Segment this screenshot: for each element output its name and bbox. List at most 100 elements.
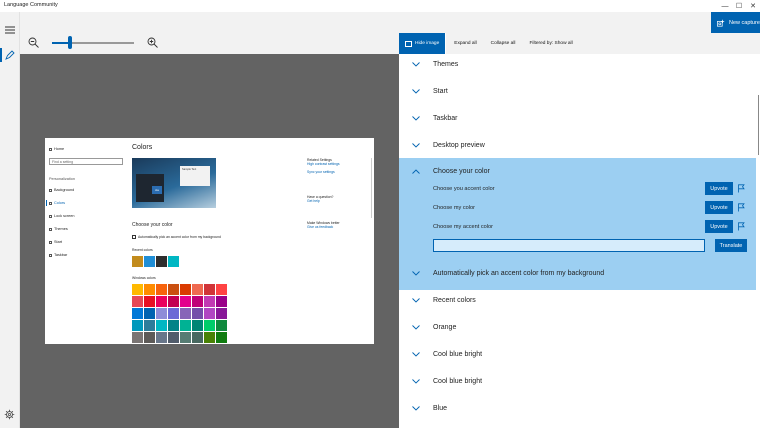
nav-item-annotate[interactable] xyxy=(0,46,20,64)
shot-nav-2: Lock screen xyxy=(49,214,74,218)
start-icon xyxy=(49,240,52,244)
captured-screenshot: Home Find a setting Personalization Back… xyxy=(45,138,374,344)
flag-icon[interactable] xyxy=(737,222,746,231)
picture-icon xyxy=(49,188,52,192)
category-row[interactable]: Taskbar xyxy=(399,105,756,132)
shot-auto-pick-label: Automatically pick an accent color from … xyxy=(138,235,221,239)
close-button[interactable]: ✕ xyxy=(746,0,760,12)
category-label: Cool blue bright xyxy=(433,378,483,385)
chevron-down-icon xyxy=(412,62,420,67)
category-row[interactable]: Cool blue bright xyxy=(399,341,756,368)
shot-choose-color: Choose your color xyxy=(132,222,173,228)
color-swatch xyxy=(132,332,143,343)
zoom-in-icon[interactable] xyxy=(147,37,158,48)
shot-nav-label: Lock screen xyxy=(54,214,75,218)
color-swatch xyxy=(192,320,203,331)
color-swatch xyxy=(144,256,155,267)
settings-gear-icon[interactable] xyxy=(4,409,15,420)
color-swatch xyxy=(204,308,215,319)
category-row[interactable]: Automatically pick an accent color from … xyxy=(399,260,756,287)
zoom-out-icon[interactable] xyxy=(28,37,39,48)
expand-all-button[interactable]: Expand all xyxy=(448,41,482,46)
shot-title: Colors xyxy=(132,144,153,151)
shot-home-label: Home xyxy=(54,147,65,151)
color-swatch xyxy=(168,256,179,267)
color-swatch xyxy=(216,284,227,295)
string-row: Choose my color Upvote xyxy=(433,201,753,215)
color-swatch xyxy=(156,284,167,295)
upvote-button[interactable]: Upvote xyxy=(705,220,733,233)
color-swatch xyxy=(144,296,155,307)
image-icon xyxy=(405,40,412,47)
shot-link-feedback: Give us feedback xyxy=(307,225,334,230)
color-swatch xyxy=(132,284,143,295)
string-text: Choose my accent color xyxy=(433,224,494,230)
category-label: Automatically pick an accent color from … xyxy=(433,270,605,277)
shot-recent-swatches xyxy=(132,256,179,267)
shot-recent-label: Recent colors xyxy=(132,248,153,252)
color-swatch xyxy=(180,308,191,319)
color-swatch xyxy=(168,284,179,295)
maximize-button[interactable]: ☐ xyxy=(732,0,746,12)
flag-icon[interactable] xyxy=(737,184,746,193)
color-swatch xyxy=(144,284,155,295)
color-swatch xyxy=(192,296,203,307)
filter-button[interactable]: Filtered by: Show all xyxy=(523,41,578,46)
category-row[interactable]: Blue xyxy=(399,395,756,422)
translation-input[interactable] xyxy=(433,239,705,252)
chevron-down-icon xyxy=(412,298,420,303)
string-row: Choose you accent color Upvote xyxy=(433,182,753,196)
minimize-button[interactable]: — xyxy=(718,0,732,12)
shot-nav-4: Start xyxy=(49,240,62,244)
collapse-all-button[interactable]: Collapse all xyxy=(485,41,522,46)
category-row[interactable]: Start xyxy=(399,78,756,105)
color-swatch xyxy=(168,308,179,319)
translate-button[interactable]: Translate xyxy=(715,239,747,252)
shot-link-sync: Sync your settings xyxy=(307,170,335,175)
shot-nav-1: Colors xyxy=(49,201,65,205)
shot-preview-tile: Aa xyxy=(152,186,162,194)
lock-screen-icon xyxy=(49,214,52,218)
shot-nav-label: Colors xyxy=(54,201,65,205)
color-swatch xyxy=(144,320,155,331)
hamburger-menu-icon[interactable] xyxy=(5,26,15,34)
color-swatch xyxy=(132,296,143,307)
color-swatch xyxy=(192,332,203,343)
color-swatch xyxy=(180,284,191,295)
upvote-button[interactable]: Upvote xyxy=(705,201,733,214)
shot-link-help: Get help xyxy=(307,199,320,204)
category-row[interactable]: Orange xyxy=(399,314,756,341)
shot-color-grid xyxy=(132,284,228,343)
color-swatch xyxy=(192,308,203,319)
color-swatch xyxy=(132,256,143,267)
upvote-button[interactable]: Upvote xyxy=(705,182,733,195)
category-label: Orange xyxy=(433,324,457,331)
shot-nav-0: Background xyxy=(49,188,74,192)
zoom-slider-thumb[interactable] xyxy=(68,36,72,49)
category-row[interactable]: Cool blue bright xyxy=(399,368,756,395)
color-swatch xyxy=(192,284,203,295)
category-row[interactable]: Themes xyxy=(399,51,756,78)
shot-selection-bar xyxy=(46,200,47,206)
color-swatch xyxy=(216,332,227,343)
expanded-header[interactable]: Choose your color xyxy=(399,158,756,185)
checkbox-icon xyxy=(132,235,136,239)
shot-scrollbar xyxy=(371,158,372,218)
category-row[interactable]: Recent colors xyxy=(399,287,756,314)
shot-help: Have a question? Get help xyxy=(307,195,333,203)
color-swatch xyxy=(156,332,167,343)
new-capture-label: New capture xyxy=(729,20,760,26)
shot-related: Related Settings High contrast settings … xyxy=(307,158,340,175)
string-text: Choose my color xyxy=(433,205,475,211)
flag-icon[interactable] xyxy=(737,203,746,212)
chevron-down-icon xyxy=(412,406,420,411)
category-row[interactable]: Desktop preview xyxy=(399,132,756,159)
shot-preview-window: Sample Text xyxy=(180,166,210,186)
camera-icon xyxy=(717,19,725,27)
color-swatch xyxy=(204,332,215,343)
panel-scrollbar[interactable] xyxy=(757,95,759,155)
expanded-title: Choose your color xyxy=(433,168,490,175)
color-swatch xyxy=(156,256,167,267)
shot-feedback: Make Windows better Give us feedback xyxy=(307,221,340,229)
new-capture-button[interactable]: New capture xyxy=(711,12,760,34)
